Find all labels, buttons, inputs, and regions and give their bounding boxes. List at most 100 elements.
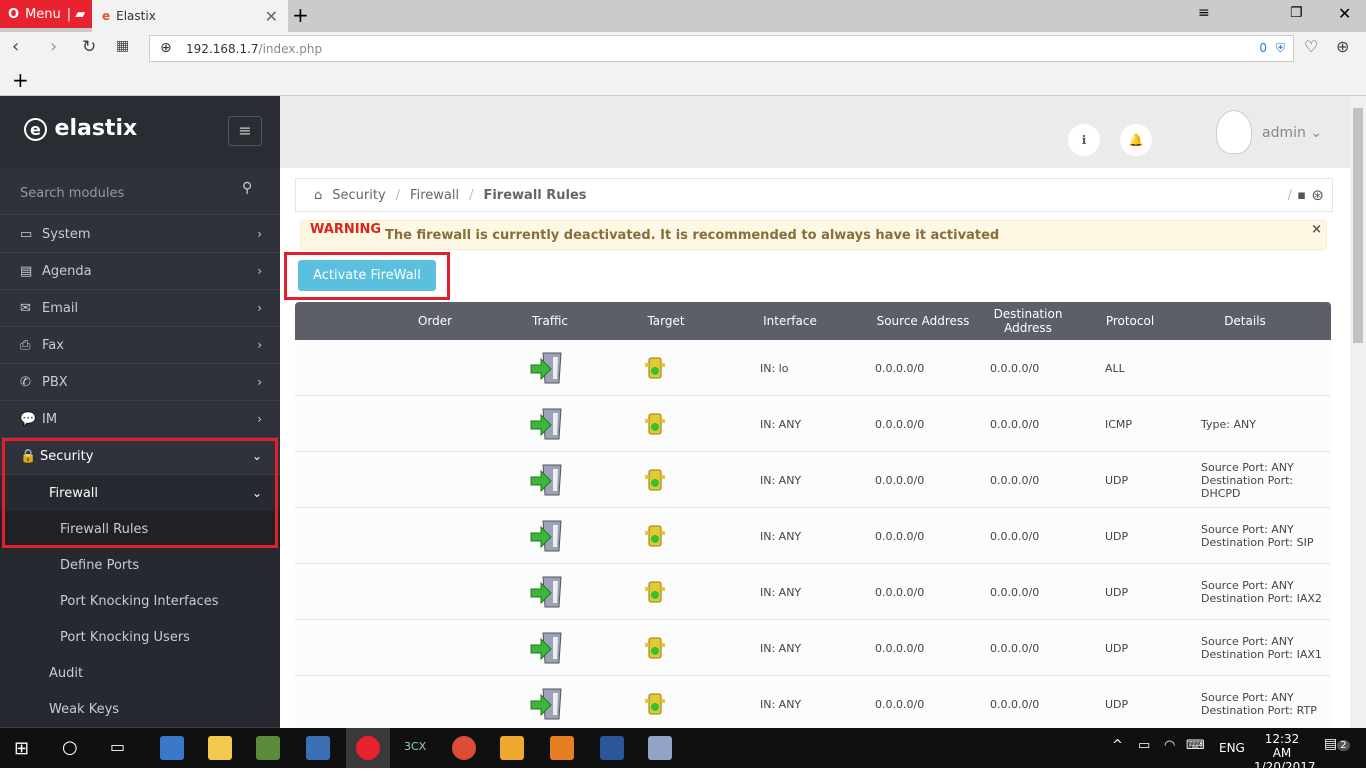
note-icon[interactable]: ▪: [1297, 188, 1306, 203]
battery-icon[interactable]: ▭: [1138, 738, 1150, 753]
warning-alert: WARNING The firewall is currently deacti…: [300, 220, 1327, 250]
chevron-up-icon[interactable]: ^: [1112, 738, 1123, 753]
home-icon[interactable]: ⌂: [314, 188, 322, 203]
breadcrumb-firewall[interactable]: Firewall: [410, 188, 459, 203]
sidebar-item-define-ports[interactable]: Define Ports: [0, 547, 280, 584]
sidebar-item-weak-keys[interactable]: Weak Keys: [0, 691, 280, 728]
cortana-icon[interactable]: ○: [62, 737, 78, 758]
chevron-right-icon: ›: [257, 227, 262, 241]
paint-icon[interactable]: [648, 736, 672, 760]
network-app-icon[interactable]: [306, 736, 330, 760]
target-accept-icon: [645, 620, 665, 676]
chat-icon: 💬: [20, 411, 37, 427]
opera-taskbar-button[interactable]: [346, 728, 390, 768]
breadcrumb-security[interactable]: Security: [332, 188, 385, 203]
traffic-icon: [529, 676, 567, 732]
target-accept-icon: [645, 452, 665, 508]
traffic-icon: [529, 620, 567, 676]
table-header: Order Traffic Target Interface Source Ad…: [295, 302, 1331, 340]
sidebar-item-port-knocking-users[interactable]: Port Knocking Users: [0, 619, 280, 656]
word-icon[interactable]: [600, 736, 624, 760]
forward-icon[interactable]: ›: [50, 36, 57, 57]
bell-icon[interactable]: 🔔: [1120, 124, 1152, 156]
sidebar: e elastix ≡ Search modules ⚲ ▭ System › ▤ A…: [0, 96, 280, 728]
media-player-icon[interactable]: [550, 736, 574, 760]
printer-icon: ⎙: [20, 337, 31, 353]
sidebar-item-pbx[interactable]: ✆ PBX ›: [0, 364, 280, 401]
tab-menu-icon[interactable]: ≡: [1198, 5, 1210, 21]
target-accept-icon: [645, 508, 665, 564]
sidebar-item-audit[interactable]: Audit: [0, 655, 280, 692]
table-row: IN: lo 0.0.0.0/0 0.0.0.0/0 ALL: [295, 340, 1331, 396]
restore-icon[interactable]: ❐: [1290, 5, 1303, 21]
tab-elastix[interactable]: e Elastix ✕: [92, 0, 288, 32]
close-window-icon[interactable]: ✕: [1338, 4, 1351, 23]
search-icon[interactable]: ⚲: [242, 180, 252, 196]
app-icon[interactable]: [256, 736, 280, 760]
menu-toggle-button[interactable]: ≡: [228, 116, 262, 146]
logo-area: e elastix ≡: [0, 96, 280, 168]
traffic-icon: [529, 564, 567, 620]
chevron-right-icon: ›: [257, 301, 262, 315]
top-header: ℹ 🔔 admin ⌄: [280, 96, 1350, 168]
wifi-icon[interactable]: ◠: [1164, 738, 1175, 753]
keyboard-icon[interactable]: ⌨: [1186, 738, 1205, 753]
traffic-icon: [529, 396, 567, 452]
download-icon[interactable]: ⊕: [1336, 37, 1349, 56]
url-input[interactable]: ⊕ 192.168.1.7/index.php 0 ⛨: [149, 35, 1294, 62]
traffic-icon: [529, 340, 567, 396]
opera-menu-button[interactable]: O Menu | ▰: [0, 0, 92, 28]
back-icon[interactable]: ‹: [12, 36, 19, 57]
table-row: IN: ANY 0.0.0.0/0 0.0.0.0/0 UDP Source P…: [295, 564, 1331, 620]
sidebar-item-email[interactable]: ✉ Email ›: [0, 290, 280, 327]
chevron-right-icon: ›: [257, 338, 262, 352]
elastix-logo: e elastix: [24, 116, 137, 141]
scrollbar[interactable]: [1350, 96, 1366, 728]
globe-icon: ⊕: [160, 40, 172, 56]
shield-icon[interactable]: ⛨: [1276, 41, 1285, 56]
search-modules-input[interactable]: Search modules ⚲: [0, 168, 280, 215]
notifications-icon[interactable]: ▤ 2: [1324, 736, 1350, 752]
chevron-right-icon: ›: [257, 264, 262, 278]
tab-bar: O Menu | ▰ e Elastix ✕ + ≡ ❐ ✕: [0, 0, 1366, 32]
heart-icon[interactable]: ♡: [1304, 37, 1318, 56]
target-accept-icon: [645, 340, 665, 396]
help-lifebuoy-icon[interactable]: ⊛: [1311, 186, 1324, 204]
opera-icon: O: [8, 6, 20, 22]
file-explorer-icon[interactable]: [208, 736, 232, 760]
app-icon[interactable]: [500, 736, 524, 760]
new-tab-icon[interactable]: +: [292, 3, 309, 27]
main-content: ⌂ Security / Firewall / Firewall Rules / ▪…: [280, 168, 1350, 732]
table-row: IN: ANY 0.0.0.0/0 0.0.0.0/0 UDP Source P…: [295, 620, 1331, 676]
envelope-icon: ✉: [20, 300, 31, 316]
elastix-favicon: e: [102, 9, 111, 23]
table-row: IN: ANY 0.0.0.0/0 0.0.0.0/0 ICMP Type: A…: [295, 396, 1331, 452]
user-menu[interactable]: admin ⌄: [1262, 125, 1322, 141]
sidebar-item-im[interactable]: 💬 IM ›: [0, 401, 280, 438]
speed-dial-icon[interactable]: ▦: [116, 38, 129, 54]
sidebar-item-port-knocking-interfaces[interactable]: Port Knocking Interfaces: [0, 583, 280, 620]
close-alert-button[interactable]: ×: [1311, 222, 1322, 237]
close-tab-icon[interactable]: ✕: [265, 7, 278, 26]
info-icon[interactable]: ℹ: [1068, 124, 1100, 156]
laptop-icon: ▭: [20, 226, 33, 242]
windows-start-icon[interactable]: ⊞: [14, 738, 29, 759]
phone-icon: ✆: [20, 374, 31, 390]
chevron-right-icon: ›: [257, 412, 262, 426]
chrome-icon[interactable]: [452, 736, 476, 760]
breadcrumb-current: Firewall Rules: [483, 187, 587, 203]
table-row: IN: ANY 0.0.0.0/0 0.0.0.0/0 UDP Source P…: [295, 508, 1331, 564]
avatar[interactable]: [1216, 110, 1252, 154]
task-view-icon[interactable]: ▭: [110, 737, 125, 756]
app-icon[interactable]: [160, 736, 184, 760]
3cx-icon[interactable]: 3CX: [404, 740, 426, 753]
reload-icon[interactable]: ↻: [82, 37, 96, 57]
sidebar-item-fax[interactable]: ⎙ Fax ›: [0, 327, 280, 364]
sidebar-item-agenda[interactable]: ▤ Agenda ›: [0, 253, 280, 290]
add-bookmark-icon[interactable]: +: [12, 68, 29, 92]
firewall-rules-table: Order Traffic Target Interface Source Ad…: [295, 302, 1331, 732]
sidebar-item-system[interactable]: ▭ System ›: [0, 216, 280, 253]
highlight-box: [284, 252, 450, 300]
breadcrumb: ⌂ Security / Firewall / Firewall Rules / ▪…: [295, 178, 1333, 212]
taskbar: ⊞ ○ ▭ 3CX ^ ▭ ◠ ⌨ ENG 12:32 AM 1/20/2017 …: [0, 728, 1366, 774]
